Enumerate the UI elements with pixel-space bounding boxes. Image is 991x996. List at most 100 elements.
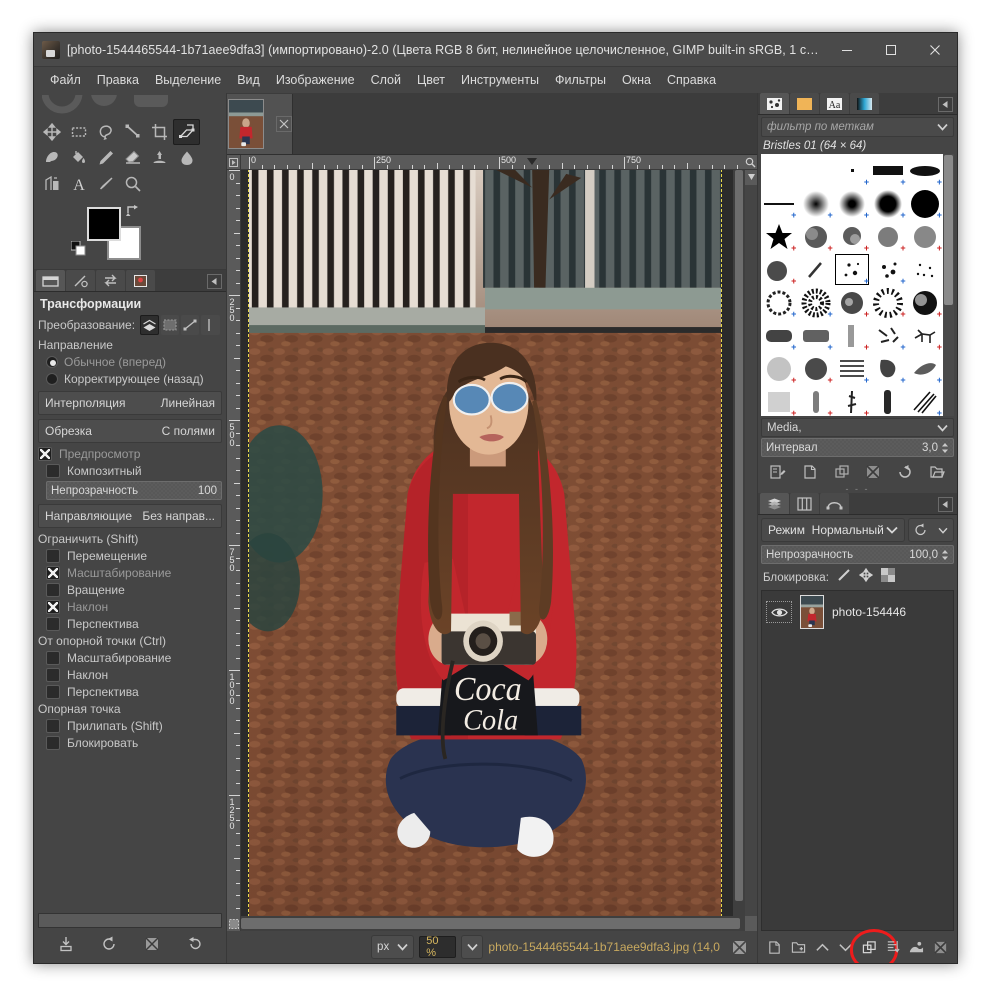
- composite-checkbox[interactable]: [46, 464, 60, 478]
- brush-item[interactable]: +: [761, 187, 797, 220]
- constrain-move-checkbox[interactable]: [46, 549, 60, 563]
- transform-layer-button[interactable]: [140, 315, 159, 335]
- tab-tool-options[interactable]: [36, 270, 65, 291]
- radio-corrective[interactable]: [46, 373, 58, 385]
- tab-gradients[interactable]: [850, 93, 879, 114]
- brush-item[interactable]: [797, 253, 833, 286]
- layer-list[interactable]: photo-154446: [761, 590, 954, 931]
- refresh-brushes-button[interactable]: [894, 462, 916, 482]
- brush-item[interactable]: +: [834, 187, 870, 220]
- interpolation-combo[interactable]: Интерполяция Линейная: [38, 391, 222, 415]
- vertical-scrollbar[interactable]: [733, 170, 745, 916]
- transform-selection-button[interactable]: [160, 315, 179, 335]
- smudge-tool[interactable]: [38, 145, 65, 171]
- brush-item[interactable]: +: [797, 352, 833, 385]
- merge-down-button[interactable]: [905, 936, 929, 958]
- zoom-level-input[interactable]: 50 %: [419, 935, 457, 959]
- unified-transform-tool[interactable]: [173, 119, 200, 145]
- pivot-snap-checkbox[interactable]: [46, 719, 60, 733]
- text-tool[interactable]: A: [65, 171, 92, 197]
- brush-item[interactable]: +: [797, 220, 833, 253]
- menu-tools[interactable]: Инструменты: [453, 70, 547, 90]
- paths-tool[interactable]: [119, 119, 146, 145]
- duplicate-brush-button[interactable]: [831, 462, 853, 482]
- delete-tool-preset-button[interactable]: [140, 933, 164, 955]
- pivot-perspective-row[interactable]: Перспектива: [38, 685, 222, 699]
- pivot-shear-row[interactable]: Наклон: [38, 668, 222, 682]
- layer-mode-combo[interactable]: Режим Нормальный: [761, 518, 905, 542]
- pivot-scale-row[interactable]: Масштабирование: [38, 651, 222, 665]
- brush-item[interactable]: [797, 154, 833, 187]
- menu-image[interactable]: Изображение: [268, 70, 363, 90]
- brush-spacing-slider[interactable]: Интервал 3,0: [761, 438, 954, 457]
- tab-fonts[interactable]: Aa: [820, 93, 849, 114]
- brush-item[interactable]: [907, 253, 943, 286]
- raise-layer-button[interactable]: [810, 936, 834, 958]
- tab-undo-history[interactable]: [96, 270, 125, 291]
- maximize-button[interactable]: [869, 33, 913, 67]
- edit-brush-button[interactable]: [767, 462, 789, 482]
- dock-resize-grip[interactable]: - - -: [758, 485, 957, 494]
- menu-select[interactable]: Выделение: [147, 70, 229, 90]
- brush-item[interactable]: +: [870, 220, 906, 253]
- unit-selector[interactable]: px: [371, 935, 415, 959]
- tab-images[interactable]: [126, 270, 155, 291]
- constrain-perspective-checkbox[interactable]: [46, 617, 60, 631]
- new-layer-group-button[interactable]: [787, 936, 811, 958]
- cancel-operation-button[interactable]: [729, 936, 751, 958]
- pivot-lock-row[interactable]: Блокировать: [38, 736, 222, 750]
- pivot-shear-checkbox[interactable]: [46, 668, 60, 682]
- free-select-tool[interactable]: [92, 119, 119, 145]
- layer-blend-space-button[interactable]: [908, 518, 954, 542]
- layer-opacity-slider[interactable]: Непрозрачность 100,0: [761, 545, 954, 564]
- menu-view[interactable]: Вид: [229, 70, 268, 90]
- constrain-move-row[interactable]: Перемещение: [38, 549, 222, 563]
- brush-item[interactable]: +: [870, 253, 906, 286]
- reset-colors-icon[interactable]: [70, 240, 87, 262]
- direction-normal-option[interactable]: Обычное (вперед): [38, 355, 222, 369]
- menu-help[interactable]: Справка: [659, 70, 724, 90]
- save-tool-preset-button[interactable]: [54, 933, 78, 955]
- preview-checkbox-row[interactable]: Предпросмотр: [38, 447, 222, 461]
- image-canvas[interactable]: Coca Cola: [241, 170, 733, 916]
- delete-layer-button[interactable]: [928, 936, 952, 958]
- brush-tag-box[interactable]: Media,: [761, 418, 954, 437]
- move-tool[interactable]: [38, 119, 65, 145]
- brush-item[interactable]: +: [834, 352, 870, 385]
- tab-paths[interactable]: [820, 493, 849, 514]
- canvas-image[interactable]: Coca Cola: [241, 170, 722, 916]
- horizontal-scrollbar-thumb[interactable]: [241, 918, 740, 929]
- rect-select-tool[interactable]: [65, 119, 92, 145]
- lock-position-icon[interactable]: [858, 567, 874, 587]
- brush-item[interactable]: +: [834, 220, 870, 253]
- lock-pixels-icon[interactable]: [837, 568, 851, 587]
- radio-normal[interactable]: [46, 356, 58, 368]
- constrain-scale-row[interactable]: Масштабирование: [38, 566, 222, 580]
- duplicate-layer-button[interactable]: [849, 929, 897, 963]
- swap-colors-icon[interactable]: [126, 204, 140, 223]
- tab-patterns[interactable]: [790, 93, 819, 114]
- brush-item[interactable]: +: [797, 187, 833, 220]
- brush-item[interactable]: [761, 154, 797, 187]
- brush-item[interactable]: +: [761, 220, 797, 253]
- brush-item[interactable]: +: [834, 385, 870, 416]
- zoom-dropdown-button[interactable]: [461, 935, 484, 959]
- restore-tool-preset-button[interactable]: [97, 933, 121, 955]
- new-brush-button[interactable]: [799, 462, 821, 482]
- transform-path-button[interactable]: [181, 315, 200, 335]
- menu-layer[interactable]: Слой: [363, 70, 409, 90]
- quick-mask-button[interactable]: [227, 916, 241, 931]
- measure-tool[interactable]: [38, 171, 65, 197]
- brush-item[interactable]: [870, 385, 906, 416]
- pivot-perspective-checkbox[interactable]: [46, 685, 60, 699]
- new-layer-button[interactable]: [763, 936, 787, 958]
- eraser-tool[interactable]: [119, 145, 146, 171]
- menu-file[interactable]: Файл: [42, 70, 89, 90]
- color-picker-tool[interactable]: [92, 171, 119, 197]
- pivot-scale-checkbox[interactable]: [46, 651, 60, 665]
- brush-item-selected[interactable]: +: [834, 253, 870, 286]
- bucket-fill-tool[interactable]: [65, 145, 92, 171]
- brush-item[interactable]: +: [761, 319, 797, 352]
- brush-item[interactable]: +: [761, 352, 797, 385]
- brush-item[interactable]: +: [870, 352, 906, 385]
